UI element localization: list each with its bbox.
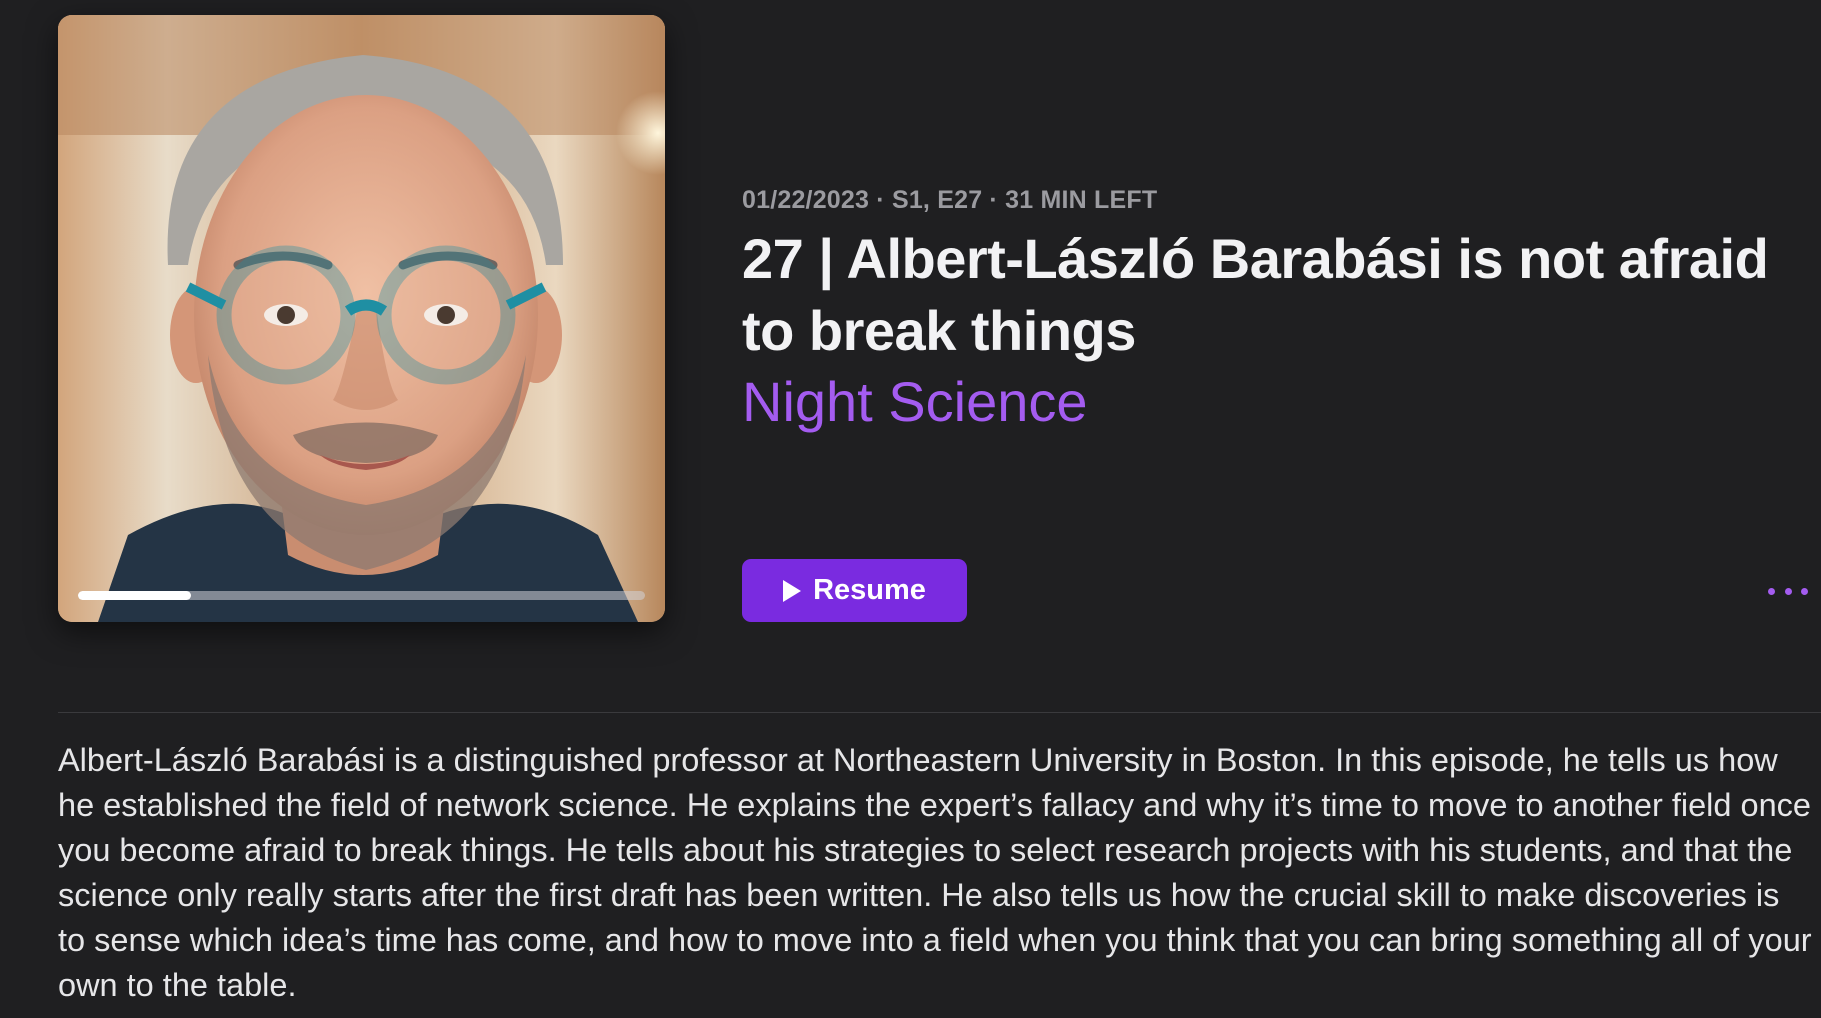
more-options-button[interactable]: [1768, 578, 1808, 604]
portrait-image: [58, 15, 665, 622]
resume-button[interactable]: Resume: [742, 559, 967, 622]
ellipsis-icon: [1768, 587, 1775, 595]
episode-meta: 01/22/2023 · S1, E27 · 31 MIN LEFT: [742, 186, 1158, 214]
episode-page: 01/22/2023 · S1, E27 · 31 MIN LEFT 27 | …: [0, 0, 1821, 1018]
play-icon: [783, 579, 802, 602]
episode-title: 27 | Albert-László Barabási is not afrai…: [742, 227, 1769, 362]
episode-artwork: [58, 15, 665, 622]
resume-label: Resume: [813, 574, 926, 606]
playback-progress-fill: [78, 591, 192, 600]
section-divider: [58, 712, 1821, 713]
show-link[interactable]: Night Science: [742, 367, 1088, 437]
episode-description: Albert-László Barabási is a distinguishe…: [58, 742, 1812, 1003]
episode-info: 01/22/2023 · S1, E27 · 31 MIN LEFT 27 | …: [742, 183, 1782, 437]
ellipsis-icon: [1784, 587, 1792, 595]
playback-progress-bar: [78, 591, 645, 600]
ellipsis-icon: [1801, 587, 1808, 595]
